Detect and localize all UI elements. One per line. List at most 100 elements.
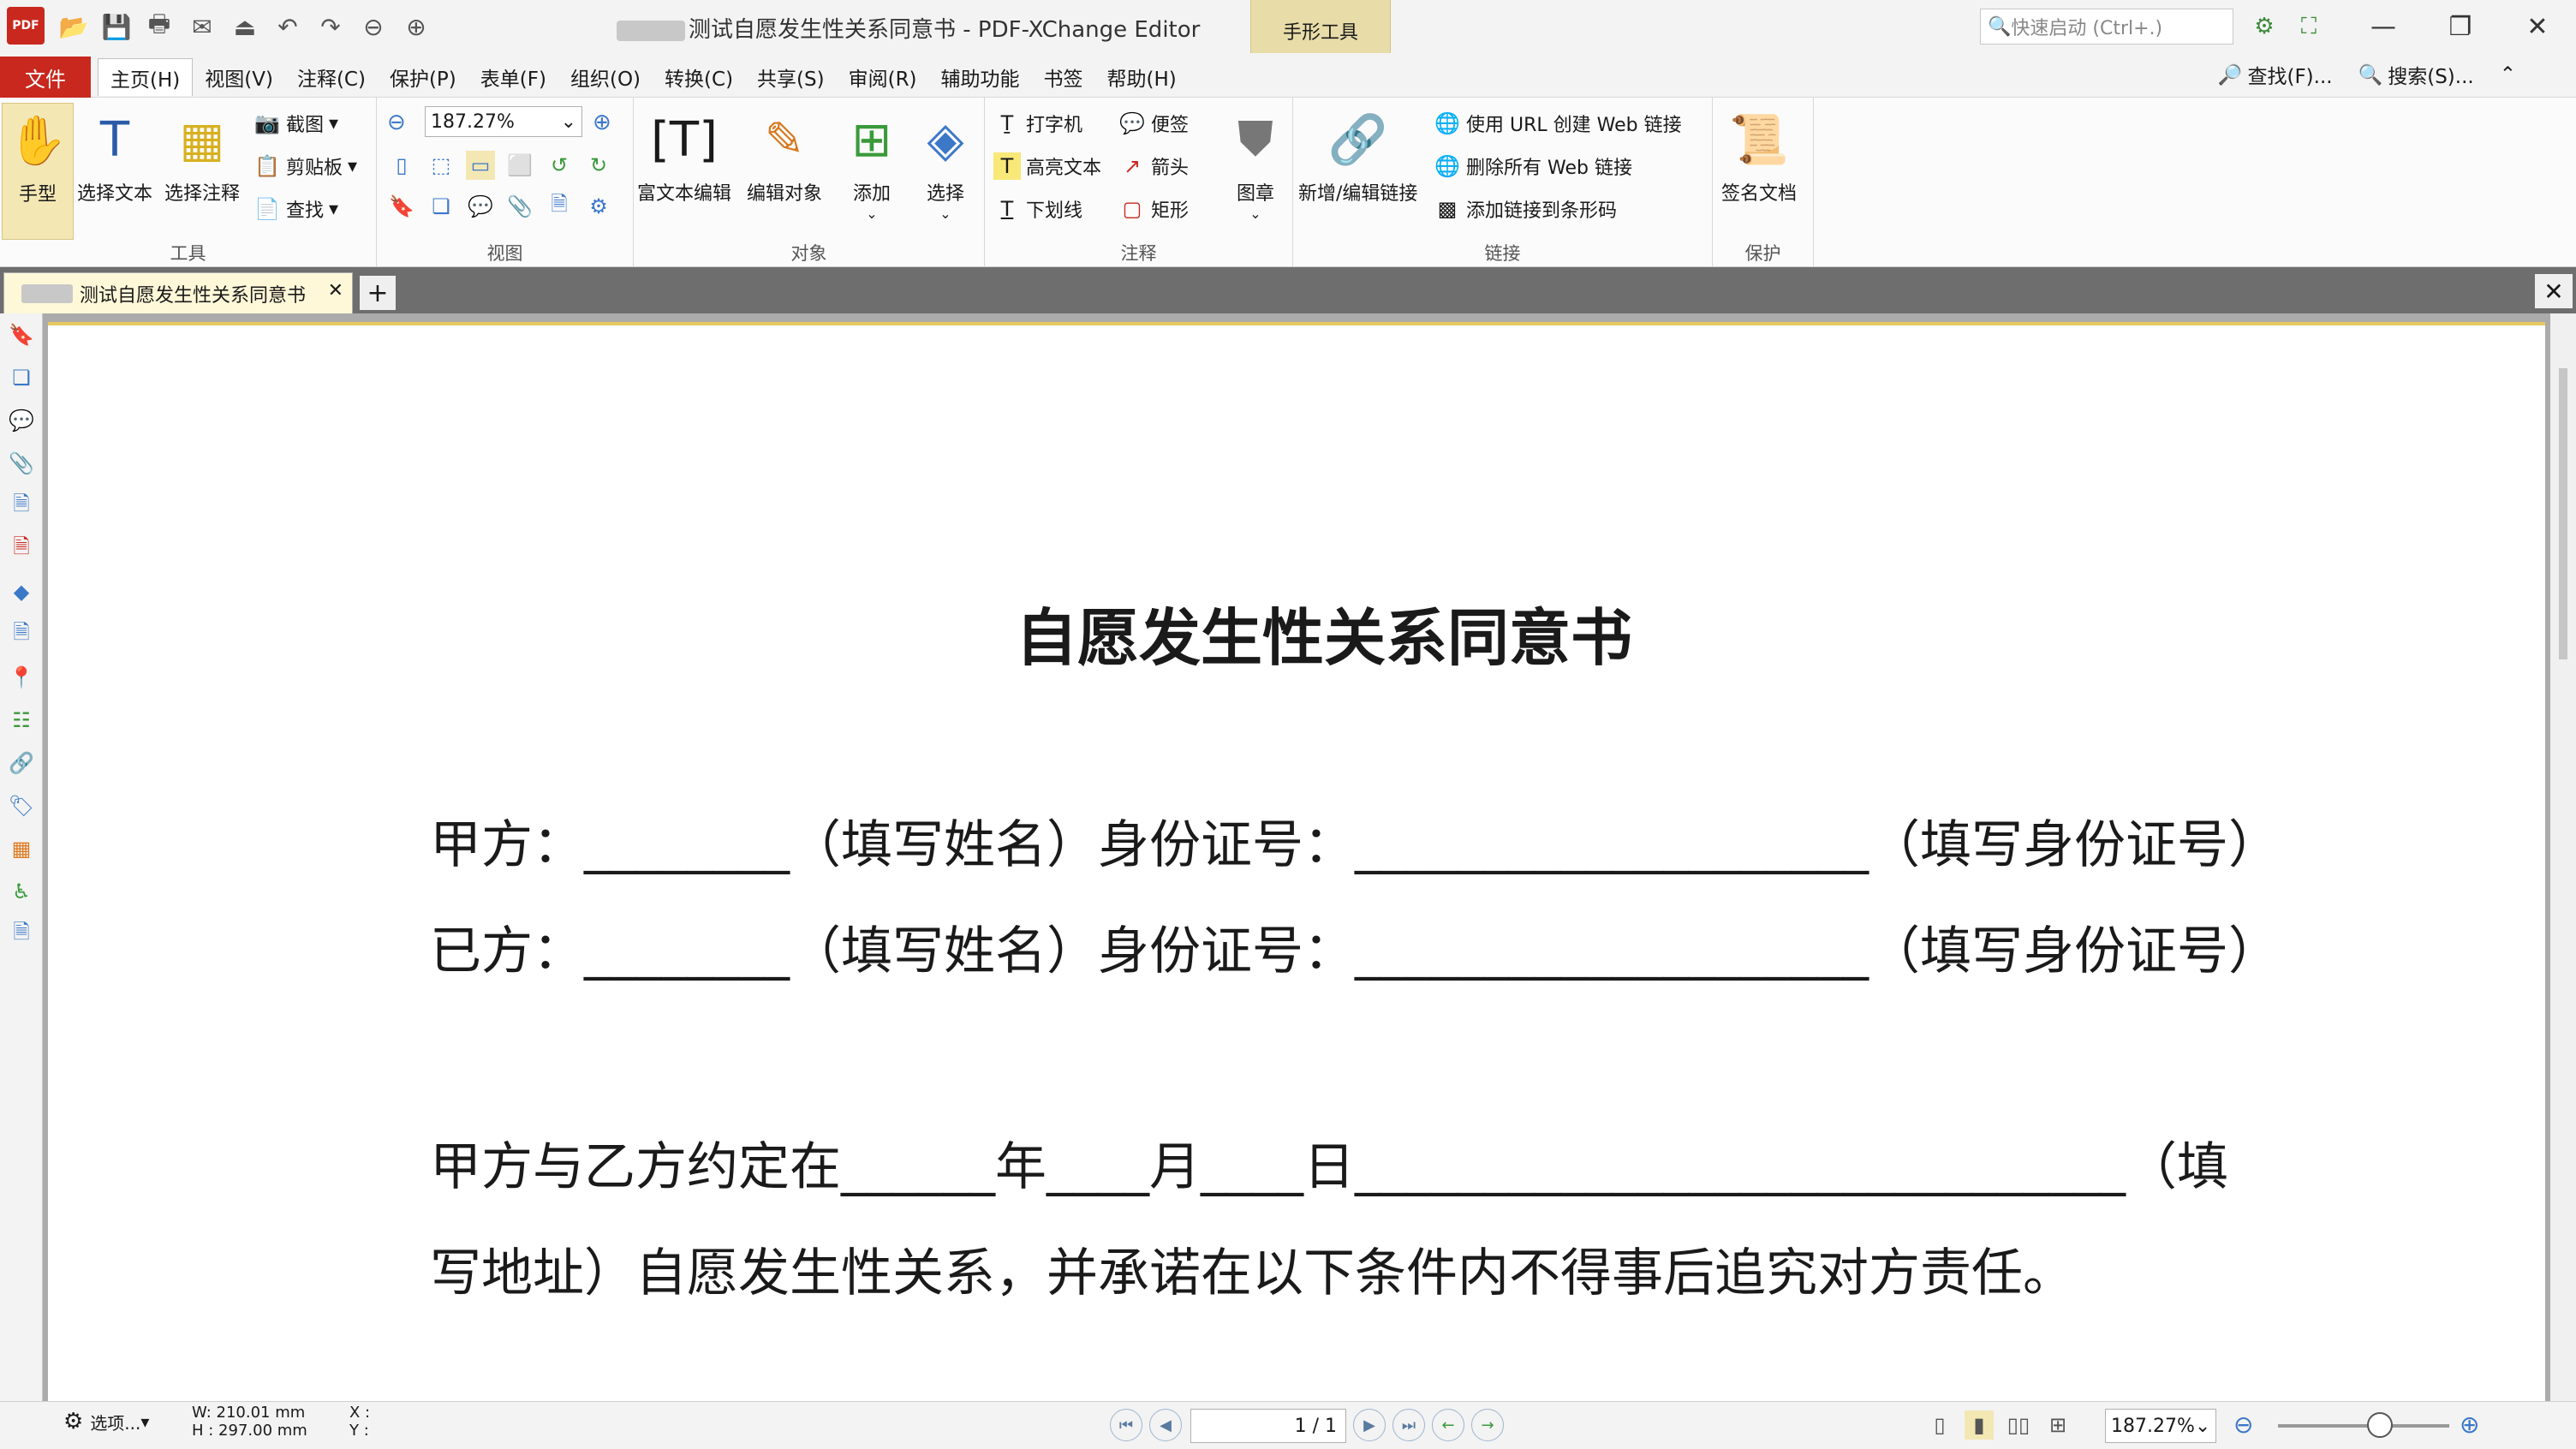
select-text-button[interactable]: T 选择文本 (77, 103, 152, 206)
content-panel-icon[interactable]: 🗎 (0, 613, 43, 656)
bookmarks-panel-icon[interactable]: 🔖 (0, 313, 43, 356)
restore-button[interactable]: ❐ (2422, 0, 2499, 53)
close-window-button[interactable]: ✕ (2499, 0, 2576, 53)
tags-panel-icon[interactable]: 🏷 (0, 784, 43, 827)
fit-page-icon[interactable]: ⬚ (426, 151, 456, 180)
layers-panel-icon[interactable]: ◆ (0, 570, 43, 613)
rotate-right-icon[interactable]: ↻ (584, 151, 613, 180)
link-barcode-button[interactable]: ▩ 添加链接到条形码 (1434, 195, 1617, 223)
options-button[interactable]: ⚙ 选项... ▾ (63, 1409, 149, 1434)
minimize-button[interactable]: — (2345, 0, 2422, 53)
select-object-button[interactable]: ◈ 选择 ⌄ (915, 103, 976, 223)
email-icon[interactable]: ✉ (183, 9, 221, 45)
forward-view-icon[interactable]: → (1471, 1409, 1504, 1441)
scrollbar-thumb[interactable] (2559, 368, 2567, 659)
continuous-facing-icon[interactable]: ⊞ (2043, 1410, 2072, 1440)
search-results-panel-icon[interactable]: 🗎 (0, 913, 43, 956)
menu-tab-2[interactable]: 注释(C) (285, 58, 378, 96)
close-tab-icon[interactable]: ✕ (328, 280, 343, 301)
select-annotation-button[interactable]: ▦ 选择注释 (164, 103, 240, 206)
find-button[interactable]: 🔎 查找(F)... (2218, 60, 2333, 89)
next-page-icon[interactable]: ▶ (1353, 1409, 1386, 1441)
comment-icon[interactable]: 💬 (466, 192, 495, 221)
facing-page-icon[interactable]: ▯▯ (2004, 1410, 2033, 1440)
menu-tab-7[interactable]: 共享(S) (745, 58, 837, 96)
ribbon-collapse-icon[interactable]: ⌃ (2500, 60, 2516, 89)
find-tool-button[interactable]: 📄 查找 ▾ (253, 195, 338, 223)
zoom-slider-knob[interactable] (2367, 1412, 2393, 1438)
forward-icon[interactable]: ⊕ (397, 9, 435, 45)
underline-button[interactable]: T 下划线 (993, 195, 1082, 223)
zoom-level-select[interactable]: 187.27% ⌄ (425, 106, 582, 137)
continuous-page-icon[interactable]: ▮ (1965, 1410, 1994, 1440)
menu-tab-11[interactable]: 帮助(H) (1095, 58, 1189, 96)
prev-page-icon[interactable]: ◀ (1149, 1409, 1182, 1441)
menu-tab-0[interactable]: 主页(H) (98, 58, 194, 96)
document-viewer[interactable]: 自愿发生性关系同意书 甲方：________（填写姓名）身份证号：_______… (43, 313, 2550, 1401)
order-panel-icon[interactable]: ▦ (0, 827, 43, 870)
vertical-scrollbar[interactable] (2550, 313, 2576, 1401)
properties-icon[interactable]: 🗎 (545, 192, 574, 221)
rotate-left-icon[interactable]: ↺ (545, 151, 574, 180)
print-icon[interactable]: 🖶 (140, 9, 178, 45)
app-logo[interactable]: PDF (7, 7, 45, 45)
menu-tab-9[interactable]: 辅助功能 (929, 58, 1032, 96)
pdf-page[interactable]: 自愿发生性关系同意书 甲方：________（填写姓名）身份证号：_______… (48, 322, 2545, 1401)
menu-tab-3[interactable]: 保护(P) (378, 58, 468, 96)
menu-tab-6[interactable]: 转换(C) (653, 58, 745, 96)
structure-panel-icon[interactable]: ☷ (0, 699, 43, 742)
add-button[interactable]: ⊞ 添加 ⌄ (841, 103, 903, 223)
redo-icon[interactable]: ↷ (312, 9, 349, 45)
new-tab-button[interactable]: + (360, 276, 396, 310)
back-icon[interactable]: ⊖ (355, 9, 392, 45)
bookmark-icon[interactable]: 🔖 (387, 192, 416, 221)
comments-panel-icon[interactable]: 💬 (0, 399, 43, 442)
links-panel-icon[interactable]: 🔗 (0, 742, 43, 784)
page-number-input[interactable]: 1 / 1 (1190, 1409, 1346, 1443)
status-zoom-select[interactable]: 187.27% ⌄ (2105, 1409, 2216, 1443)
search-button[interactable]: 🔍 搜索(S)... (2358, 60, 2474, 89)
fullscreen-icon[interactable]: ⛶ (2292, 10, 2326, 43)
zoom-out-icon[interactable]: ⊖ (387, 110, 406, 135)
ui-options-icon[interactable]: ⚙ (2247, 10, 2281, 43)
first-page-icon[interactable]: ⏮ (1110, 1409, 1142, 1441)
snapshot-button[interactable]: 📷 截图 ▾ (253, 110, 338, 137)
accessibility-panel-icon[interactable]: ♿ (0, 870, 43, 913)
status-zoom-in-icon[interactable]: ⊕ (2460, 1410, 2479, 1439)
settings-doc-icon[interactable]: ⚙ (584, 192, 613, 221)
fit-width-icon[interactable]: ▭ (466, 151, 495, 180)
open-folder-icon[interactable]: 📂 (55, 9, 92, 45)
attachments-panel-icon[interactable]: 📎 (0, 442, 43, 485)
save-icon[interactable]: 💾 (98, 9, 135, 45)
rich-text-edit-button[interactable]: [T] 富文本编辑 (637, 103, 731, 206)
menu-tab-5[interactable]: 组织(O) (558, 58, 653, 96)
arrow-button[interactable]: ↗ 箭头 (1118, 152, 1189, 180)
highlight-text-button[interactable]: T 高亮文本 (993, 152, 1101, 180)
add-edit-link-button[interactable]: 🔗 新增/编辑链接 (1298, 103, 1417, 206)
fit-visible-icon[interactable]: ⬜ (505, 151, 534, 180)
create-url-link-button[interactable]: 🌐 使用 URL 创建 Web 链接 (1434, 110, 1682, 137)
clipboard-button[interactable]: 📋 剪贴板 ▾ (253, 152, 357, 180)
actual-size-icon[interactable]: ▯ (387, 151, 416, 180)
file-menu[interactable]: 文件 (0, 57, 91, 98)
last-page-icon[interactable]: ⏭ (1392, 1409, 1425, 1441)
signatures-panel-icon[interactable]: 🗎 (0, 528, 43, 570)
destinations-panel-icon[interactable]: 📍 (0, 656, 43, 699)
document-tab[interactable]: 测试自愿发生性关系同意书 ✕ (3, 272, 353, 313)
thumbnails-panel-icon[interactable]: ❏ (0, 356, 43, 399)
properties-panel-icon[interactable]: 🗎 (0, 485, 43, 528)
menu-tab-1[interactable]: 视图(V) (193, 58, 285, 96)
menu-tab-10[interactable]: 书签 (1032, 58, 1095, 96)
pages-icon[interactable]: ❏ (426, 192, 456, 221)
menu-tab-4[interactable]: 表单(F) (468, 58, 558, 96)
stamp-button[interactable]: ⛊ 图章 ⌄ (1225, 103, 1286, 222)
menu-tab-8[interactable]: 审阅(R) (837, 58, 929, 96)
zoom-in-icon[interactable]: ⊕ (593, 110, 611, 135)
typewriter-button[interactable]: Ṯ 打字机 (993, 110, 1082, 137)
delete-web-links-button[interactable]: 🌐 删除所有 Web 链接 (1434, 152, 1632, 180)
back-view-icon[interactable]: ← (1432, 1409, 1464, 1441)
zoom-slider[interactable] (2278, 1412, 2449, 1438)
close-document-button[interactable]: ✕ (2535, 274, 2573, 308)
sign-document-button[interactable]: 📜 签名文档 (1721, 103, 1797, 206)
rectangle-button[interactable]: ▢ 矩形 (1118, 195, 1189, 223)
